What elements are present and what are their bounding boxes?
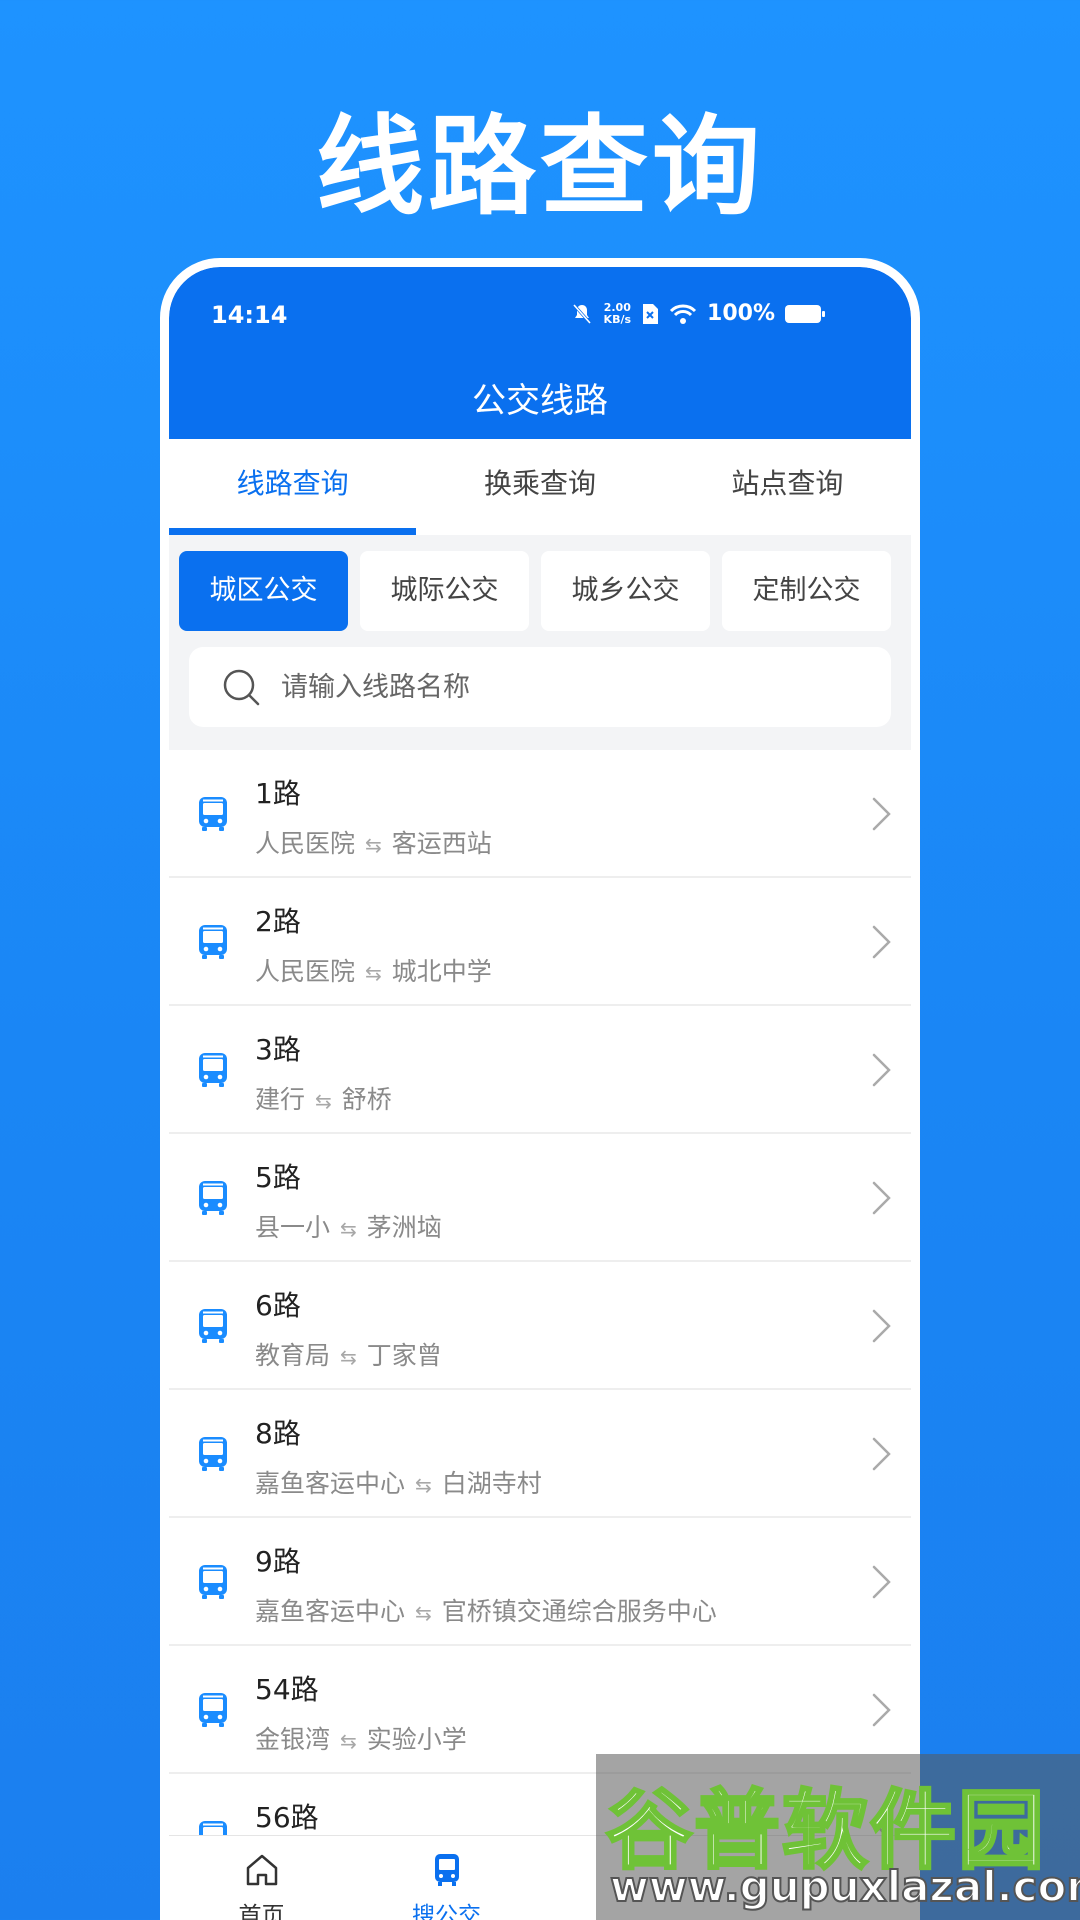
- mute-bell-icon: [572, 303, 591, 324]
- chevron-right-icon: [872, 1053, 891, 1087]
- route-row[interactable]: 9路嘉鱼客运中心 ⇆ 官桥镇交通综合服务中心: [169, 1518, 911, 1646]
- route-row[interactable]: 6路教育局 ⇆ 丁家曾: [169, 1262, 911, 1390]
- route-name: 9路: [255, 1545, 301, 1578]
- route-from: 建行: [255, 1085, 306, 1114]
- route-direction-arrow: ⇆: [365, 833, 382, 857]
- route-name: 56路: [255, 1801, 319, 1834]
- route-direction-arrow: ⇆: [415, 1601, 432, 1625]
- route-direction-arrow: ⇆: [340, 1345, 357, 1369]
- app-bar: 14:14 2.00 KB/s 100% 公交线路: [169, 267, 911, 439]
- bus-icon: [434, 1854, 459, 1886]
- tab-transfer-query[interactable]: 换乘查询: [416, 439, 663, 535]
- route-from: 嘉鱼客运中心: [255, 1597, 406, 1626]
- sim-icon: [643, 303, 659, 324]
- status-time: 14:14: [211, 301, 288, 329]
- route-to: 茅洲垴: [366, 1213, 442, 1242]
- route-from: 人民医院: [255, 829, 356, 858]
- bus-icon: [199, 1437, 227, 1471]
- filter-area: 城区公交 城际公交 城乡公交 定制公交: [169, 535, 911, 750]
- route-name: 6路: [255, 1289, 301, 1322]
- status-icons: 2.00 KB/s 100%: [570, 300, 825, 326]
- route-direction-arrow: ⇆: [315, 1089, 332, 1113]
- bus-icon: [199, 1309, 227, 1343]
- search-box[interactable]: [189, 647, 891, 727]
- chevron-right-icon: [872, 797, 891, 831]
- bus-type-chips: 城区公交 城际公交 城乡公交 定制公交: [179, 551, 891, 631]
- home-icon: [246, 1854, 277, 1886]
- chevron-right-icon: [872, 1309, 891, 1343]
- route-from: 县一小: [255, 1213, 331, 1242]
- query-tabs: 线路查询 换乘查询 站点查询: [169, 439, 911, 535]
- tab-route-query[interactable]: 线路查询: [169, 439, 417, 535]
- route-from: 金银湾: [255, 1725, 331, 1754]
- route-to: 城北中学: [391, 957, 492, 986]
- bus-icon: [199, 797, 227, 831]
- search-input[interactable]: [281, 671, 841, 703]
- chip-custom-bus[interactable]: 定制公交: [722, 551, 891, 631]
- chip-intercity-bus[interactable]: 城际公交: [360, 551, 529, 631]
- search-icon: [223, 669, 260, 706]
- route-to: 客运西站: [391, 829, 492, 858]
- route-row[interactable]: 5路县一小 ⇆ 茅洲垴: [169, 1134, 911, 1262]
- route-from: 教育局: [255, 1341, 331, 1370]
- tab-stop-query[interactable]: 站点查询: [664, 439, 911, 535]
- route-stops: 人民医院 ⇆ 客运西站: [255, 824, 492, 860]
- route-to: 官桥镇交通综合服务中心: [441, 1597, 717, 1626]
- watermark: 谷普软件园 www.gupuxlazal.com: [596, 1754, 1080, 1920]
- phone-frame: 14:14 2.00 KB/s 100% 公交线路 线路查询 换乘查询 站点查询…: [160, 258, 920, 1920]
- bus-icon: [199, 1181, 227, 1215]
- route-stops: 建行 ⇆ 舒桥: [255, 1080, 392, 1116]
- route-name: 8路: [255, 1417, 301, 1450]
- bus-icon: [199, 1565, 227, 1599]
- route-to: 丁家曾: [366, 1341, 442, 1370]
- network-speed: 2.00 KB/s: [603, 300, 632, 326]
- route-name: 2路: [255, 905, 301, 938]
- route-row[interactable]: 1路人民医院 ⇆ 客运西站: [169, 750, 911, 878]
- bus-icon: [199, 1053, 227, 1087]
- route-list: 1路 人民医院 ⇆ 客运西站 2路 人民医院 ⇆ 城北中学 3路 建行 ⇆ 舒桥 5路 县一小 ⇆ 茅洲垴 6路…: [169, 750, 911, 1902]
- chevron-right-icon: [872, 1181, 891, 1215]
- route-direction-arrow: ⇆: [365, 961, 382, 985]
- route-stops: 教育局 ⇆ 丁家曾: [255, 1336, 442, 1372]
- hero-title: 线路查询: [315, 105, 764, 230]
- nav-search-bus-label: 搜公交: [412, 1903, 481, 1920]
- route-from: 嘉鱼客运中心: [255, 1469, 406, 1498]
- nav-search-bus[interactable]: 搜公交: [354, 1836, 539, 1920]
- chip-rural-bus[interactable]: 城乡公交: [541, 551, 710, 631]
- battery-percent: 100%: [707, 301, 775, 326]
- nav-home-label: 首页: [238, 1903, 285, 1920]
- watermark-url: www.gupuxlazal.com: [609, 1861, 1080, 1912]
- route-to: 白湖寺村: [441, 1469, 542, 1498]
- route-stops: 金银湾 ⇆ 实验小学: [255, 1720, 467, 1756]
- route-direction-arrow: ⇆: [340, 1729, 357, 1753]
- route-row[interactable]: 8路嘉鱼客运中心 ⇆ 白湖寺村: [169, 1390, 911, 1518]
- route-to: 实验小学: [366, 1725, 467, 1754]
- route-to: 舒桥: [341, 1085, 392, 1114]
- route-direction-arrow: ⇆: [415, 1473, 432, 1497]
- route-row[interactable]: 2路人民医院 ⇆ 城北中学: [169, 878, 911, 1006]
- bus-icon: [199, 925, 227, 959]
- route-stops: 人民医院 ⇆ 城北中学: [255, 952, 492, 988]
- bus-icon: [199, 1693, 227, 1727]
- wifi-icon: [669, 304, 697, 324]
- route-stops: 嘉鱼客运中心 ⇆ 白湖寺村: [255, 1464, 542, 1500]
- route-direction-arrow: ⇆: [340, 1217, 357, 1241]
- chip-urban-bus[interactable]: 城区公交: [179, 551, 348, 631]
- route-name: 3路: [255, 1033, 301, 1066]
- nav-home[interactable]: 首页: [169, 1836, 354, 1920]
- chevron-right-icon: [872, 1437, 891, 1471]
- battery-icon: [785, 304, 825, 323]
- chevron-right-icon: [872, 1693, 891, 1727]
- route-stops: 嘉鱼客运中心 ⇆ 官桥镇交通综合服务中心: [255, 1592, 717, 1628]
- route-name: 5路: [255, 1161, 301, 1194]
- chevron-right-icon: [872, 1565, 891, 1599]
- route-row[interactable]: 3路建行 ⇆ 舒桥: [169, 1006, 911, 1134]
- route-from: 人民医院: [255, 957, 356, 986]
- page-title: 公交线路: [472, 381, 608, 421]
- route-name: 54路: [255, 1673, 319, 1706]
- route-stops: 县一小 ⇆ 茅洲垴: [255, 1208, 442, 1244]
- route-name: 1路: [255, 777, 301, 810]
- chevron-right-icon: [872, 925, 891, 959]
